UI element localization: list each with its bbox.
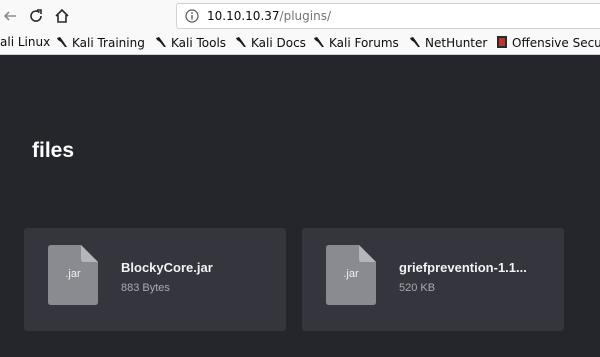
kali-dragon-icon (314, 37, 324, 47)
address-bar[interactable]: 10.10.10.37/plugins/ (176, 3, 600, 29)
file-size: 520 KB (399, 282, 436, 294)
file-extension: .jar (343, 268, 359, 280)
kali-dragon-icon (410, 37, 420, 47)
bookmark-label: Kali Tools (171, 36, 227, 50)
back-arrow-icon[interactable] (2, 6, 22, 26)
kali-dragon-icon (236, 37, 246, 47)
file-card[interactable]: .jar BlockyCore.jar 883 Bytes (24, 228, 286, 331)
bookmark-label: Offensive Secur (512, 36, 600, 50)
bookmark-label: Kali Docs (251, 36, 306, 50)
info-icon[interactable] (185, 9, 199, 23)
offensive-security-icon (497, 36, 507, 48)
bookmark-label: ali Linux (0, 35, 51, 49)
bookmark-kali-training[interactable]: Kali Training (56, 35, 145, 51)
bookmark-label: Kali Training (72, 36, 145, 50)
file-size: 883 Bytes (121, 282, 170, 294)
file-name[interactable]: BlockyCore.jar (121, 260, 213, 275)
browser-toolbar: 10.10.10.37/plugins/ (0, 0, 600, 33)
url-host: 10.10.10.37 (207, 9, 280, 23)
url-text[interactable]: 10.10.10.37/plugins/ (207, 9, 331, 23)
url-path: /plugins/ (279, 9, 331, 23)
bookmark-label: Kali Forums (329, 36, 399, 50)
bookmark-offensive-security[interactable]: Offensive Secur (496, 35, 600, 51)
bookmark-kali-linux[interactable]: ali Linux (0, 35, 50, 51)
file-card[interactable]: .jar griefprevention-1.1... 520 KB (302, 228, 564, 331)
file-name[interactable]: griefprevention-1.1... (399, 260, 527, 275)
kali-dragon-icon (57, 37, 67, 47)
bookmark-label: NetHunter (425, 36, 488, 50)
page-title: files (32, 139, 75, 162)
bookmark-kali-forums[interactable]: Kali Forums (313, 35, 399, 51)
home-icon[interactable] (52, 6, 72, 26)
reload-icon[interactable] (26, 6, 46, 26)
bookmark-kali-tools[interactable]: Kali Tools (155, 35, 226, 51)
bookmark-nethunter[interactable]: NetHunter (409, 35, 487, 51)
file-extension: .jar (65, 268, 81, 280)
page-content: files .jar BlockyCore.jar 883 Bytes .jar… (0, 55, 600, 357)
bookmarks-toolbar: ali Linux Kali Training Kali Tools Kali … (0, 32, 600, 55)
bookmark-kali-docs[interactable]: Kali Docs (235, 35, 306, 51)
kali-dragon-icon (156, 37, 166, 47)
